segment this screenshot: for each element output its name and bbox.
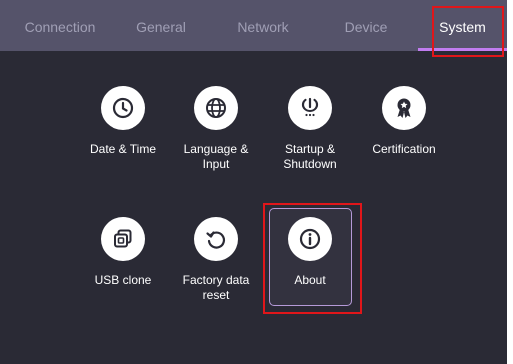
certification-label: Certification: [372, 142, 436, 156]
usb-clone-label: USB clone: [94, 273, 152, 287]
reset-icon: [194, 217, 238, 261]
usb-clone-icon: [101, 217, 145, 261]
startup-shutdown-item[interactable]: Startup & Shutdown: [265, 86, 355, 172]
info-icon: [288, 217, 332, 261]
about-label: About: [294, 273, 326, 287]
tab-label: Network: [237, 19, 289, 35]
clock-icon: [101, 86, 145, 130]
active-tab-indicator: [418, 48, 507, 51]
globe-icon: [194, 86, 238, 130]
certification-item[interactable]: Certification: [359, 86, 449, 157]
tab-system[interactable]: System: [418, 0, 507, 51]
tab-label: General: [136, 19, 186, 35]
date-time-item[interactable]: Date & Time: [78, 86, 168, 157]
about-item[interactable]: About: [265, 217, 355, 288]
tab-label: System: [439, 19, 486, 35]
factory-reset-label: Factory data reset: [182, 273, 250, 302]
language-input-item[interactable]: Language & Input: [171, 86, 261, 172]
usb-clone-item[interactable]: USB clone: [78, 217, 168, 288]
tab-network[interactable]: Network: [220, 0, 306, 51]
tab-connection[interactable]: Connection: [8, 0, 112, 51]
tab-device[interactable]: Device: [323, 0, 409, 51]
tab-label: Connection: [24, 19, 96, 35]
tab-general[interactable]: General: [118, 0, 204, 51]
tab-label: Device: [344, 19, 388, 35]
award-icon: [382, 86, 426, 130]
factory-reset-item[interactable]: Factory data reset: [171, 217, 261, 303]
language-input-label: Language & Input: [183, 142, 249, 171]
tab-bar: Connection General Network Device System: [0, 0, 507, 51]
date-time-label: Date & Time: [89, 142, 157, 156]
startup-shutdown-label: Startup & Shutdown: [283, 142, 337, 171]
power-icon: [288, 86, 332, 130]
settings-screen: Connection General Network Device System…: [0, 0, 507, 364]
